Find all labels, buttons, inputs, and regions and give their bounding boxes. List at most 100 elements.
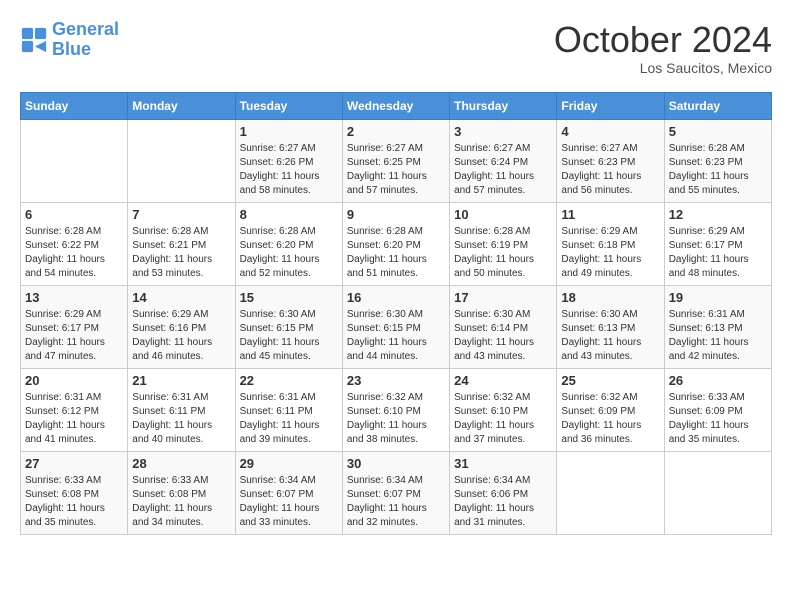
day-number: 18 xyxy=(561,290,659,305)
calendar-cell: 26Sunrise: 6:33 AM Sunset: 6:09 PM Dayli… xyxy=(664,368,771,451)
title-block: October 2024 Los Saucitos, Mexico xyxy=(554,20,772,76)
weekday-header-row: SundayMondayTuesdayWednesdayThursdayFrid… xyxy=(21,92,772,119)
day-number: 26 xyxy=(669,373,767,388)
calendar-cell: 23 Sunrise: 6:32 AM Sunset: 6:10 PM Dayli… xyxy=(342,368,449,451)
calendar-cell: 27 Sunrise: 6:33 AM Sunset: 6:08 PM Dayli… xyxy=(21,451,128,534)
logo-line1: General xyxy=(52,19,119,39)
calendar-cell: 3 Sunrise: 6:27 AM Sunset: 6:24 PM Daylig… xyxy=(450,119,557,202)
month-title: October 2024 xyxy=(554,20,772,60)
calendar-header: SundayMondayTuesdayWednesdayThursdayFrid… xyxy=(21,92,772,119)
day-info: Sunrise: 6:28 AM Sunset: 6:21 PM Dayligh… xyxy=(132,225,230,281)
day-info: Sunrise: 6:28 AM Sunset: 6:23 PM Dayligh… xyxy=(669,142,767,198)
day-number: 10 xyxy=(454,207,552,222)
day-info: Sunrise: 6:27 AM Sunset: 6:23 PM Dayligh… xyxy=(561,142,659,198)
calendar-cell: 20 Sunrise: 6:31 AM Sunset: 6:12 PM Dayli… xyxy=(21,368,128,451)
day-info: Sunrise: 6:33 AM Sunset: 6:08 PM Dayligh… xyxy=(25,474,123,530)
logo-text: General Blue xyxy=(52,20,119,60)
day-number: 20 xyxy=(25,373,123,388)
day-info: Sunrise: 6:29 AM Sunset: 6:16 PM Dayligh… xyxy=(132,308,230,364)
day-info: Sunrise: 6:30 AM Sunset: 6:15 PM Dayligh… xyxy=(347,308,445,364)
day-number: 16 xyxy=(347,290,445,305)
day-info: Sunrise: 6:32 AM Sunset: 6:10 PM Dayligh… xyxy=(454,391,552,447)
calendar-cell xyxy=(128,119,235,202)
calendar-cell: 21 Sunrise: 6:31 AM Sunset: 6:11 PM Dayli… xyxy=(128,368,235,451)
weekday-header-wednesday: Wednesday xyxy=(342,92,449,119)
calendar-cell: 17 Sunrise: 6:30 AM Sunset: 6:14 PM Dayli… xyxy=(450,285,557,368)
calendar-cell: 31Sunrise: 6:34 AM Sunset: 6:06 PM Dayli… xyxy=(450,451,557,534)
day-number: 25 xyxy=(561,373,659,388)
day-info: Sunrise: 6:30 AM Sunset: 6:14 PM Dayligh… xyxy=(454,308,552,364)
calendar-week-3: 13 Sunrise: 6:29 AM Sunset: 6:17 PM Dayli… xyxy=(21,285,772,368)
calendar-cell: 25 Sunrise: 6:32 AM Sunset: 6:09 PM Dayli… xyxy=(557,368,664,451)
day-number: 21 xyxy=(132,373,230,388)
day-number: 15 xyxy=(240,290,338,305)
calendar-week-5: 27 Sunrise: 6:33 AM Sunset: 6:08 PM Dayli… xyxy=(21,451,772,534)
day-number: 11 xyxy=(561,207,659,222)
calendar-cell: 9 Sunrise: 6:28 AM Sunset: 6:20 PM Daylig… xyxy=(342,202,449,285)
day-number: 3 xyxy=(454,124,552,139)
calendar-body: 1Sunrise: 6:27 AM Sunset: 6:26 PM Daylig… xyxy=(21,119,772,534)
day-number: 29 xyxy=(240,456,338,471)
day-info: Sunrise: 6:31 AM Sunset: 6:11 PM Dayligh… xyxy=(132,391,230,447)
calendar-cell: 16 Sunrise: 6:30 AM Sunset: 6:15 PM Dayli… xyxy=(342,285,449,368)
day-info: Sunrise: 6:30 AM Sunset: 6:13 PM Dayligh… xyxy=(561,308,659,364)
day-info: Sunrise: 6:28 AM Sunset: 6:20 PM Dayligh… xyxy=(240,225,338,281)
day-info: Sunrise: 6:31 AM Sunset: 6:12 PM Dayligh… xyxy=(25,391,123,447)
day-info: Sunrise: 6:34 AM Sunset: 6:07 PM Dayligh… xyxy=(240,474,338,530)
calendar-cell: 12 Sunrise: 6:29 AM Sunset: 6:17 PM Dayli… xyxy=(664,202,771,285)
weekday-header-sunday: Sunday xyxy=(21,92,128,119)
calendar-cell: 2 Sunrise: 6:27 AM Sunset: 6:25 PM Daylig… xyxy=(342,119,449,202)
day-number: 14 xyxy=(132,290,230,305)
calendar-week-1: 1Sunrise: 6:27 AM Sunset: 6:26 PM Daylig… xyxy=(21,119,772,202)
day-number: 8 xyxy=(240,207,338,222)
day-number: 7 xyxy=(132,207,230,222)
location-subtitle: Los Saucitos, Mexico xyxy=(554,60,772,76)
calendar-cell: 7 Sunrise: 6:28 AM Sunset: 6:21 PM Daylig… xyxy=(128,202,235,285)
day-number: 31 xyxy=(454,456,552,471)
day-number: 23 xyxy=(347,373,445,388)
day-info: Sunrise: 6:27 AM Sunset: 6:24 PM Dayligh… xyxy=(454,142,552,198)
calendar-cell: 11 Sunrise: 6:29 AM Sunset: 6:18 PM Dayli… xyxy=(557,202,664,285)
day-info: Sunrise: 6:28 AM Sunset: 6:20 PM Dayligh… xyxy=(347,225,445,281)
day-info: Sunrise: 6:33 AM Sunset: 6:08 PM Dayligh… xyxy=(132,474,230,530)
calendar-cell: 5 Sunrise: 6:28 AM Sunset: 6:23 PM Daylig… xyxy=(664,119,771,202)
day-number: 13 xyxy=(25,290,123,305)
calendar-cell: 13 Sunrise: 6:29 AM Sunset: 6:17 PM Dayli… xyxy=(21,285,128,368)
calendar-cell: 4 Sunrise: 6:27 AM Sunset: 6:23 PM Daylig… xyxy=(557,119,664,202)
weekday-header-thursday: Thursday xyxy=(450,92,557,119)
weekday-header-saturday: Saturday xyxy=(664,92,771,119)
day-number: 27 xyxy=(25,456,123,471)
day-info: Sunrise: 6:27 AM Sunset: 6:25 PM Dayligh… xyxy=(347,142,445,198)
day-number: 28 xyxy=(132,456,230,471)
day-number: 2 xyxy=(347,124,445,139)
day-number: 17 xyxy=(454,290,552,305)
calendar-cell: 29 Sunrise: 6:34 AM Sunset: 6:07 PM Dayli… xyxy=(235,451,342,534)
calendar-cell: 8 Sunrise: 6:28 AM Sunset: 6:20 PM Daylig… xyxy=(235,202,342,285)
day-number: 5 xyxy=(669,124,767,139)
day-number: 19 xyxy=(669,290,767,305)
calendar-cell: 19Sunrise: 6:31 AM Sunset: 6:13 PM Dayli… xyxy=(664,285,771,368)
page-header: General Blue October 2024 Los Saucitos, … xyxy=(20,20,772,76)
day-number: 4 xyxy=(561,124,659,139)
calendar-cell: 22Sunrise: 6:31 AM Sunset: 6:11 PM Dayli… xyxy=(235,368,342,451)
weekday-header-friday: Friday xyxy=(557,92,664,119)
day-info: Sunrise: 6:29 AM Sunset: 6:17 PM Dayligh… xyxy=(25,308,123,364)
calendar-week-2: 6Sunrise: 6:28 AM Sunset: 6:22 PM Daylig… xyxy=(21,202,772,285)
calendar-cell: 30Sunrise: 6:34 AM Sunset: 6:07 PM Dayli… xyxy=(342,451,449,534)
day-info: Sunrise: 6:32 AM Sunset: 6:10 PM Dayligh… xyxy=(347,391,445,447)
day-number: 9 xyxy=(347,207,445,222)
logo-icon xyxy=(20,26,48,54)
day-info: Sunrise: 6:29 AM Sunset: 6:18 PM Dayligh… xyxy=(561,225,659,281)
logo: General Blue xyxy=(20,20,119,60)
day-info: Sunrise: 6:32 AM Sunset: 6:09 PM Dayligh… xyxy=(561,391,659,447)
day-info: Sunrise: 6:27 AM Sunset: 6:26 PM Dayligh… xyxy=(240,142,338,198)
logo-line2: Blue xyxy=(52,39,91,59)
day-info: Sunrise: 6:28 AM Sunset: 6:19 PM Dayligh… xyxy=(454,225,552,281)
weekday-header-monday: Monday xyxy=(128,92,235,119)
day-info: Sunrise: 6:29 AM Sunset: 6:17 PM Dayligh… xyxy=(669,225,767,281)
calendar-cell: 14 Sunrise: 6:29 AM Sunset: 6:16 PM Dayli… xyxy=(128,285,235,368)
calendar-cell: 28 Sunrise: 6:33 AM Sunset: 6:08 PM Dayli… xyxy=(128,451,235,534)
day-number: 22 xyxy=(240,373,338,388)
weekday-header-tuesday: Tuesday xyxy=(235,92,342,119)
day-number: 12 xyxy=(669,207,767,222)
